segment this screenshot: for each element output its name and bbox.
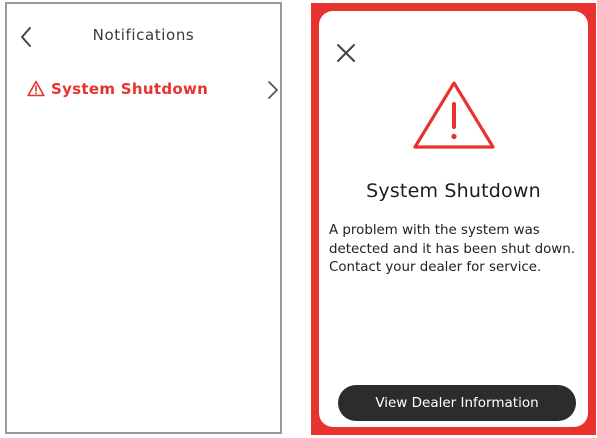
warning-triangle-icon <box>413 81 495 149</box>
close-x-icon <box>337 44 355 62</box>
warning-triangle-icon <box>27 80 45 97</box>
modal-message: A problem with the system was detected a… <box>329 223 576 275</box>
notification-label: System Shutdown <box>51 80 209 98</box>
notifications-screen: Notifications System Shutdown <box>5 2 282 434</box>
page-title: Notifications <box>92 26 195 44</box>
notifications-header: Notifications <box>7 4 280 66</box>
close-button[interactable] <box>336 43 356 63</box>
alert-modal-frame: System Shutdown A problem with the syste… <box>311 3 596 435</box>
view-dealer-information-button[interactable]: View Dealer Information <box>338 385 576 421</box>
chevron-right-icon <box>268 81 278 99</box>
alert-modal: System Shutdown A problem with the syste… <box>319 11 588 427</box>
notification-item-system-shutdown[interactable]: System Shutdown <box>7 74 280 106</box>
modal-title: System Shutdown <box>366 180 541 202</box>
